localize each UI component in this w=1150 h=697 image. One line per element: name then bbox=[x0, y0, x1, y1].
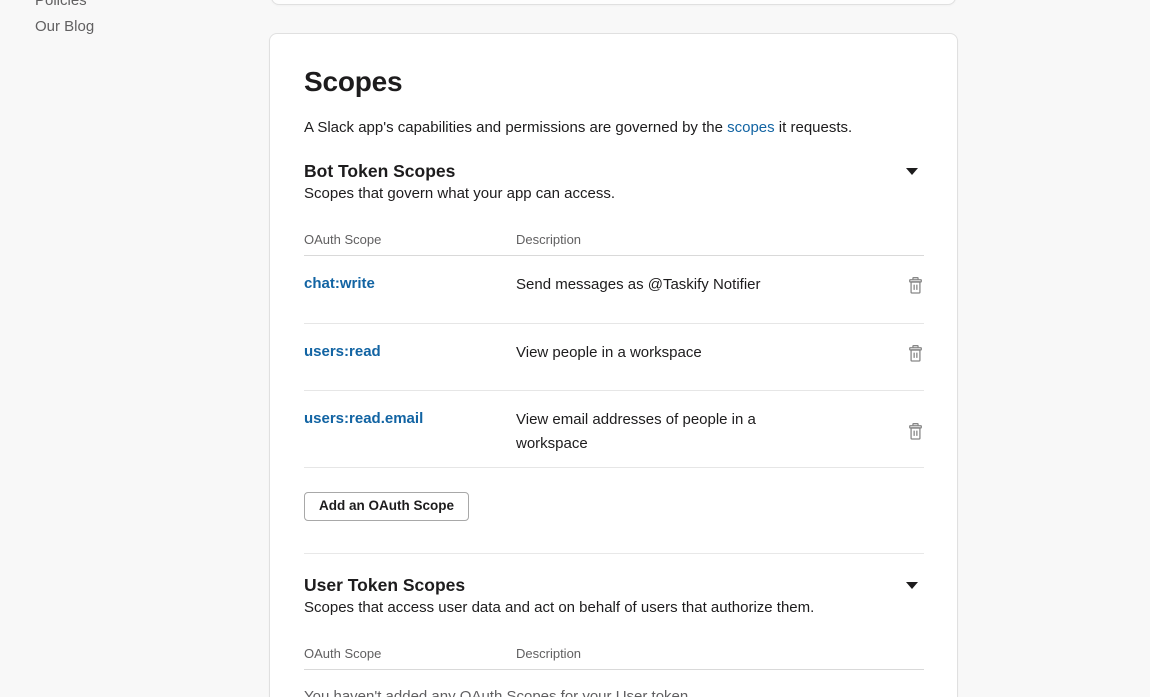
user-scopes-table-header: OAuth Scope Description bbox=[304, 646, 924, 670]
table-row: users:read.email View email addresses of… bbox=[304, 391, 924, 468]
scopes-card: Scopes A Slack app's capabilities and pe… bbox=[269, 33, 958, 697]
previous-card-edge bbox=[271, 0, 956, 5]
trash-icon bbox=[907, 422, 924, 441]
user-token-scopes-header: User Token Scopes bbox=[304, 574, 924, 596]
column-header-description: Description bbox=[516, 232, 788, 248]
delete-scope-button[interactable] bbox=[907, 344, 924, 366]
sidebar-nav: Policies Our Blog bbox=[35, 0, 94, 40]
trash-icon bbox=[907, 276, 924, 295]
column-header-oauth-scope: OAuth Scope bbox=[304, 646, 516, 662]
bot-scopes-table-header: OAuth Scope Description bbox=[304, 232, 924, 256]
chevron-down-icon[interactable] bbox=[906, 168, 918, 175]
bot-token-scopes-title: Bot Token Scopes bbox=[304, 160, 455, 182]
chevron-down-icon[interactable] bbox=[906, 582, 918, 589]
scope-description: View people in a workspace bbox=[516, 341, 788, 365]
scopes-doc-link[interactable]: scopes bbox=[727, 119, 775, 136]
column-header-description: Description bbox=[516, 646, 788, 662]
sidebar-item-our-blog[interactable]: Our Blog bbox=[35, 14, 94, 40]
user-token-scopes-title: User Token Scopes bbox=[304, 574, 465, 596]
scope-description: View email addresses of people in a work… bbox=[516, 408, 788, 456]
table-row: users:read View people in a workspace bbox=[304, 324, 924, 391]
delete-scope-button[interactable] bbox=[907, 422, 924, 444]
table-row: chat:write Send messages as @Taskify Not… bbox=[304, 256, 924, 324]
scopes-intro-text: A Slack app's capabilities and permissio… bbox=[304, 118, 924, 138]
delete-scope-button[interactable] bbox=[907, 276, 924, 298]
intro-text-before: A Slack app's capabilities and permissio… bbox=[304, 119, 727, 136]
scope-link-users-read-email[interactable]: users:read.email bbox=[304, 408, 516, 430]
scope-link-users-read[interactable]: users:read bbox=[304, 341, 516, 363]
column-header-oauth-scope: OAuth Scope bbox=[304, 232, 516, 248]
user-scopes-empty-message: You haven't added any OAuth Scopes for y… bbox=[304, 687, 924, 697]
trash-icon bbox=[907, 344, 924, 363]
intro-text-after: it requests. bbox=[775, 119, 853, 136]
user-token-scopes-subtitle: Scopes that access user data and act on … bbox=[304, 598, 924, 618]
section-divider bbox=[304, 553, 924, 554]
bot-token-scopes-subtitle: Scopes that govern what your app can acc… bbox=[304, 184, 924, 204]
add-oauth-scope-button[interactable]: Add an OAuth Scope bbox=[304, 492, 469, 521]
scope-description: Send messages as @Taskify Notifier bbox=[516, 273, 788, 297]
sidebar-item-policies[interactable]: Policies bbox=[35, 0, 94, 14]
page-title: Scopes bbox=[304, 64, 924, 100]
scope-link-chat-write[interactable]: chat:write bbox=[304, 273, 516, 295]
bot-token-scopes-header: Bot Token Scopes bbox=[304, 160, 924, 182]
